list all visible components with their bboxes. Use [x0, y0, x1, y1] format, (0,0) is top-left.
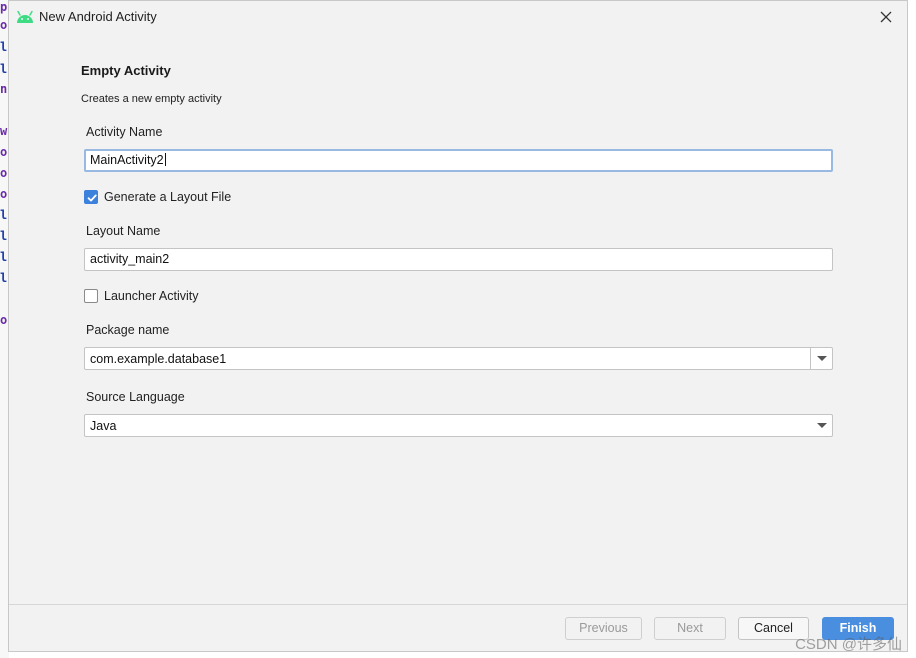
section-description: Creates a new empty activity	[81, 93, 222, 105]
package-name-dropdown-button[interactable]	[810, 348, 832, 369]
launcher-activity-checkbox[interactable]	[84, 289, 98, 303]
chevron-down-icon	[817, 356, 827, 361]
source-language-label: Source Language	[86, 390, 185, 404]
source-language-dropdown-button[interactable]	[811, 415, 832, 436]
package-name-label: Package name	[86, 323, 170, 337]
text-caret	[164, 153, 166, 166]
source-language-select[interactable]: Java	[84, 414, 833, 437]
close-icon	[880, 11, 892, 23]
dialog-footer: Previous Next Cancel Finish	[9, 604, 907, 651]
package-name-value: com.example.database1	[90, 352, 227, 366]
generate-layout-label: Generate a Layout File	[104, 190, 232, 204]
source-language-value: Java	[90, 419, 117, 433]
section-title: Empty Activity	[81, 63, 171, 78]
launcher-activity-label: Launcher Activity	[104, 289, 199, 303]
generate-layout-checkbox[interactable]	[84, 190, 98, 204]
previous-button[interactable]: Previous	[565, 617, 642, 640]
checkmark-icon	[87, 194, 97, 202]
package-name-combobox[interactable]: com.example.database1	[84, 347, 833, 370]
new-android-activity-dialog: New Android Activity Empty Activity Crea…	[8, 0, 908, 652]
dialog-titlebar: New Android Activity	[9, 1, 907, 33]
layout-name-label: Layout Name	[86, 224, 161, 238]
activity-name-input[interactable]: MainActivity2	[84, 149, 833, 172]
activity-name-label: Activity Name	[86, 125, 163, 139]
layout-name-input[interactable]: activity_main2	[84, 248, 833, 271]
activity-name-value: MainActivity2	[90, 153, 164, 167]
android-icon	[17, 10, 33, 23]
watermark: CSDN @许多仙	[795, 636, 902, 653]
dialog-title: New Android Activity	[39, 9, 157, 24]
chevron-down-icon	[817, 423, 827, 428]
layout-name-value: activity_main2	[90, 252, 170, 266]
next-button[interactable]: Next	[654, 617, 726, 640]
close-button[interactable]	[875, 7, 897, 27]
